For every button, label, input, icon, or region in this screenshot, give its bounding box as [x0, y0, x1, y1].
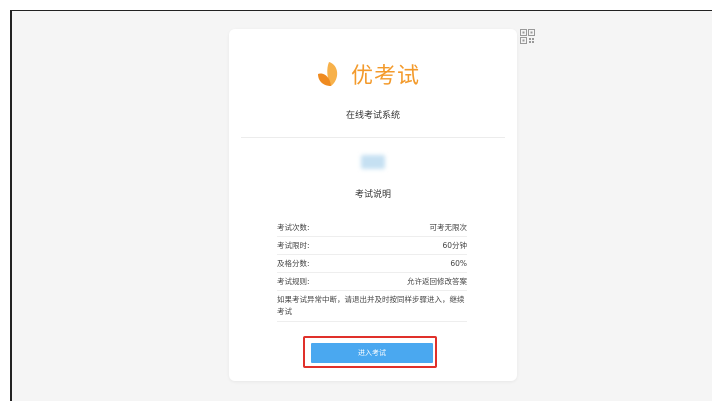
info-label: 考试次数: — [277, 223, 310, 232]
info-label: 及格分数: — [277, 259, 310, 268]
info-value: 60分钟 — [442, 241, 467, 250]
info-row-attempts: 考试次数: 可考无限次 — [277, 219, 467, 237]
exam-info-list: 考试次数: 可考无限次 考试限时: 60分钟 及格分数: 60% 考试规则: 允… — [277, 219, 467, 322]
info-row-time-limit: 考试限时: 60分钟 — [277, 237, 467, 255]
exam-note: 如果考试异常中断，请退出并及时按同样步骤进入，继续考试 — [277, 291, 467, 322]
leaf-logo-icon — [318, 62, 338, 86]
qr-code-icon[interactable] — [520, 29, 535, 44]
info-value: 60% — [450, 259, 467, 268]
info-value: 允许返回修改答案 — [407, 277, 467, 286]
section-title: 考试说明 — [354, 190, 391, 200]
logo: 优考试 — [315, 54, 420, 94]
info-row-rules: 考试规则: 允许返回修改答案 — [277, 273, 467, 291]
logo-text: 优考试 — [351, 64, 421, 89]
info-value: 可考无限次 — [429, 223, 468, 232]
start-exam-button[interactable]: 进入考试 — [311, 343, 433, 363]
divider — [241, 137, 505, 138]
system-name: 在线考试系统 — [345, 111, 400, 121]
exam-card: 优考试 在线考试系统 考试说明 考试次数: 可考无限次 考试限时: 60分钟 及… — [229, 29, 517, 381]
info-label: 考试限时: — [277, 241, 310, 250]
info-row-passing-score: 及格分数: 60% — [277, 255, 467, 273]
info-label: 考试规则: — [277, 277, 310, 286]
blurred-image — [361, 155, 385, 169]
